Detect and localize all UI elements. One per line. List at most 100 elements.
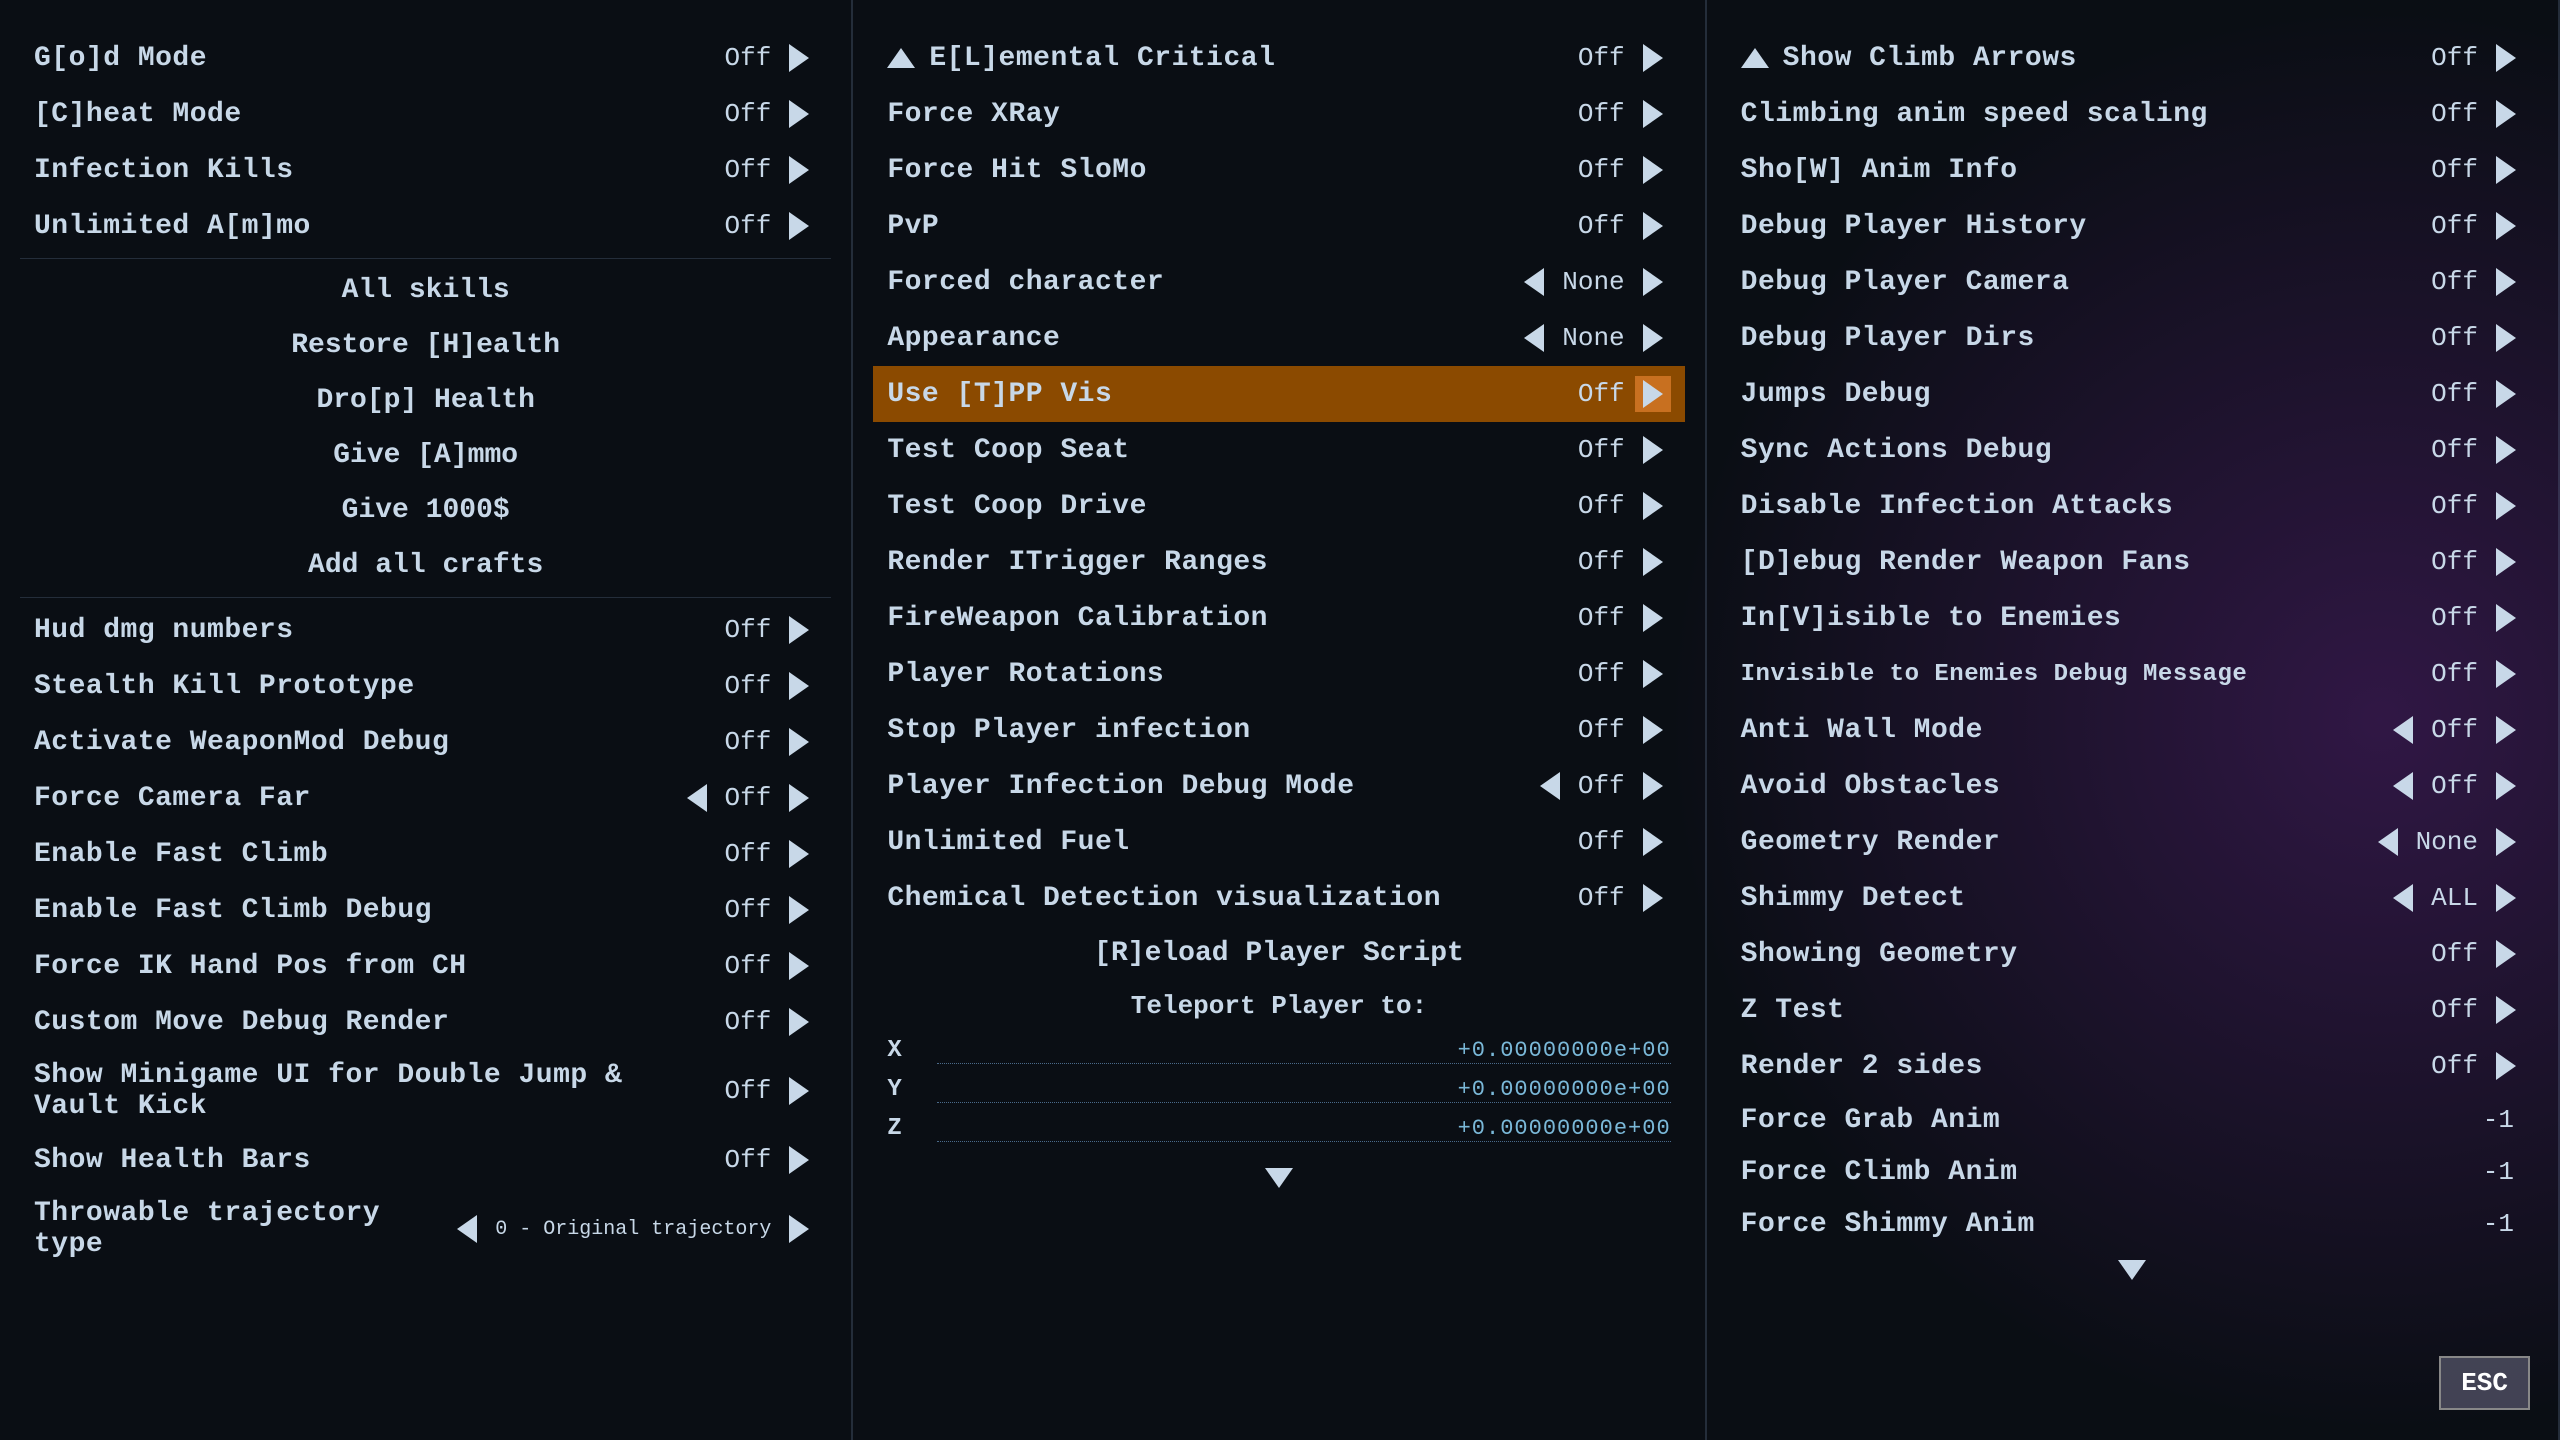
give-ammo-btn[interactable]: Give [A]mmo (20, 428, 831, 483)
avoid-obstacles-right[interactable] (2488, 768, 2524, 804)
fast-climb-debug-item[interactable]: Enable Fast Climb Debug Off (20, 882, 831, 938)
test-coop-drive-right[interactable] (1635, 488, 1671, 524)
add-crafts-btn[interactable]: Add all crafts (20, 538, 831, 593)
showing-geometry-right[interactable] (2488, 936, 2524, 972)
custom-move-item[interactable]: Custom Move Debug Render Off (20, 994, 831, 1050)
test-coop-seat-item[interactable]: Test Coop Seat Off (873, 422, 1684, 478)
appearance-left[interactable] (1516, 320, 1552, 356)
health-bars-right[interactable] (781, 1142, 817, 1178)
force-shimmy-anim-item[interactable]: Force Shimmy Anim -1 (1727, 1198, 2538, 1250)
unlimited-ammo-item[interactable]: Unlimited A[m]mo Off (20, 198, 831, 254)
restore-health-btn[interactable]: Restore [H]ealth (20, 318, 831, 373)
use-tpp-vis-right[interactable] (1635, 376, 1671, 412)
gold-mode-right[interactable] (781, 40, 817, 76)
fast-climb-item[interactable]: Enable Fast Climb Off (20, 826, 831, 882)
z-test-item[interactable]: Z Test Off (1727, 982, 2538, 1038)
shimmy-detect-item[interactable]: Shimmy Detect ALL (1727, 870, 2538, 926)
teleport-z-value[interactable]: +0.00000000e+00 (937, 1116, 1670, 1142)
infection-kills-item[interactable]: Infection Kills Off (20, 142, 831, 198)
pvp-item[interactable]: PvP Off (873, 198, 1684, 254)
fast-climb-debug-right[interactable] (781, 892, 817, 928)
esc-button[interactable]: ESC (2439, 1356, 2530, 1410)
debug-player-history-right[interactable] (2488, 208, 2524, 244)
custom-move-right[interactable] (781, 1004, 817, 1040)
force-climb-anim-item[interactable]: Force Climb Anim -1 (1727, 1146, 2538, 1198)
show-climb-arrows-header[interactable]: Show Climb Arrows Off (1727, 30, 2538, 86)
force-xray-item[interactable]: Force XRay Off (873, 86, 1684, 142)
reload-player-script-btn[interactable]: [R]eload Player Script (873, 926, 1684, 981)
shimmy-detect-right[interactable] (2488, 880, 2524, 916)
climbing-anim-item[interactable]: Climbing anim speed scaling Off (1727, 86, 2538, 142)
cheat-mode-item[interactable]: [C]heat Mode Off (20, 86, 831, 142)
teleport-y-value[interactable]: +0.00000000e+00 (937, 1077, 1670, 1103)
invisible-debug-right[interactable] (2488, 656, 2524, 692)
hud-dmg-item[interactable]: Hud dmg numbers Off (20, 602, 831, 658)
chem-detection-right[interactable] (1635, 880, 1671, 916)
forced-char-right[interactable] (1635, 264, 1671, 300)
debug-player-camera-right[interactable] (2488, 264, 2524, 300)
show-climb-arrows-right[interactable] (2488, 40, 2524, 76)
anti-wall-item[interactable]: Anti Wall Mode Off (1727, 702, 2538, 758)
climbing-anim-right[interactable] (2488, 96, 2524, 132)
player-infect-debug-left[interactable] (1532, 768, 1568, 804)
render-itrigger-item[interactable]: Render ITrigger Ranges Off (873, 534, 1684, 590)
minigame-ui-item[interactable]: Show Minigame UI for Double Jump & Vault… (20, 1050, 831, 1132)
cheat-mode-right[interactable] (781, 96, 817, 132)
weaponmod-debug-item[interactable]: Activate WeaponMod Debug Off (20, 714, 831, 770)
player-rotations-item[interactable]: Player Rotations Off (873, 646, 1684, 702)
unlimited-fuel-right[interactable] (1635, 824, 1671, 860)
sync-actions-debug-item[interactable]: Sync Actions Debug Off (1727, 422, 2538, 478)
invisible-enemies-item[interactable]: In[V]isible to Enemies Off (1727, 590, 2538, 646)
pvp-right[interactable] (1635, 208, 1671, 244)
col2-scroll-down-icon[interactable] (1265, 1168, 1293, 1188)
forced-char-item[interactable]: Forced character None (873, 254, 1684, 310)
debug-player-history-item[interactable]: Debug Player History Off (1727, 198, 2538, 254)
stop-infection-right[interactable] (1635, 712, 1671, 748)
elemental-critical-right[interactable] (1635, 40, 1671, 76)
invisible-debug-item[interactable]: Invisible to Enemies Debug Message Off (1727, 646, 2538, 702)
render-itrigger-right[interactable] (1635, 544, 1671, 580)
col3-scroll-down-icon[interactable] (2118, 1260, 2146, 1280)
player-infect-debug-right[interactable] (1635, 768, 1671, 804)
throwable-traj-right[interactable] (781, 1211, 817, 1247)
avoid-obstacles-left[interactable] (2385, 768, 2421, 804)
anti-wall-right[interactable] (2488, 712, 2524, 748)
appearance-right[interactable] (1635, 320, 1671, 356)
geometry-render-item[interactable]: Geometry Render None (1727, 814, 2538, 870)
z-test-right[interactable] (2488, 992, 2524, 1028)
use-tpp-vis-item[interactable]: Use [T]PP Vis Off (873, 366, 1684, 422)
force-grab-anim-item[interactable]: Force Grab Anim -1 (1727, 1094, 2538, 1146)
shimmy-detect-left[interactable] (2385, 880, 2421, 916)
debug-render-weapon-right[interactable] (2488, 544, 2524, 580)
sync-actions-debug-right[interactable] (2488, 432, 2524, 468)
force-hit-slomo-right[interactable] (1635, 152, 1671, 188)
disable-infection-right[interactable] (2488, 488, 2524, 524)
geometry-render-left[interactable] (2370, 824, 2406, 860)
avoid-obstacles-item[interactable]: Avoid Obstacles Off (1727, 758, 2538, 814)
weaponmod-debug-right[interactable] (781, 724, 817, 760)
jumps-debug-right[interactable] (2488, 376, 2524, 412)
fireweapon-calib-item[interactable]: FireWeapon Calibration Off (873, 590, 1684, 646)
showing-geometry-item[interactable]: Showing Geometry Off (1727, 926, 2538, 982)
debug-player-camera-item[interactable]: Debug Player Camera Off (1727, 254, 2538, 310)
forced-char-left[interactable] (1516, 264, 1552, 300)
camera-far-left[interactable] (679, 780, 715, 816)
invisible-enemies-right[interactable] (2488, 600, 2524, 636)
fast-climb-right[interactable] (781, 836, 817, 872)
force-hit-slomo-item[interactable]: Force Hit SloMo Off (873, 142, 1684, 198)
throwable-traj-left[interactable] (449, 1211, 485, 1247)
jumps-debug-item[interactable]: Jumps Debug Off (1727, 366, 2538, 422)
appearance-item[interactable]: Appearance None (873, 310, 1684, 366)
infection-kills-right[interactable] (781, 152, 817, 188)
drop-health-btn[interactable]: Dro[p] Health (20, 373, 831, 428)
unlimited-ammo-right[interactable] (781, 208, 817, 244)
give-1000-btn[interactable]: Give 1000$ (20, 483, 831, 538)
gold-mode-item[interactable]: G[o]d Mode Off (20, 30, 831, 86)
camera-far-right[interactable] (781, 780, 817, 816)
debug-player-dirs-right[interactable] (2488, 320, 2524, 356)
debug-render-weapon-item[interactable]: [D]ebug Render Weapon Fans Off (1727, 534, 2538, 590)
throwable-traj-item[interactable]: Throwable trajectory type 0 - Original t… (20, 1188, 831, 1270)
player-infect-debug-item[interactable]: Player Infection Debug Mode Off (873, 758, 1684, 814)
show-anim-info-right[interactable] (2488, 152, 2524, 188)
stop-infection-item[interactable]: Stop Player infection Off (873, 702, 1684, 758)
